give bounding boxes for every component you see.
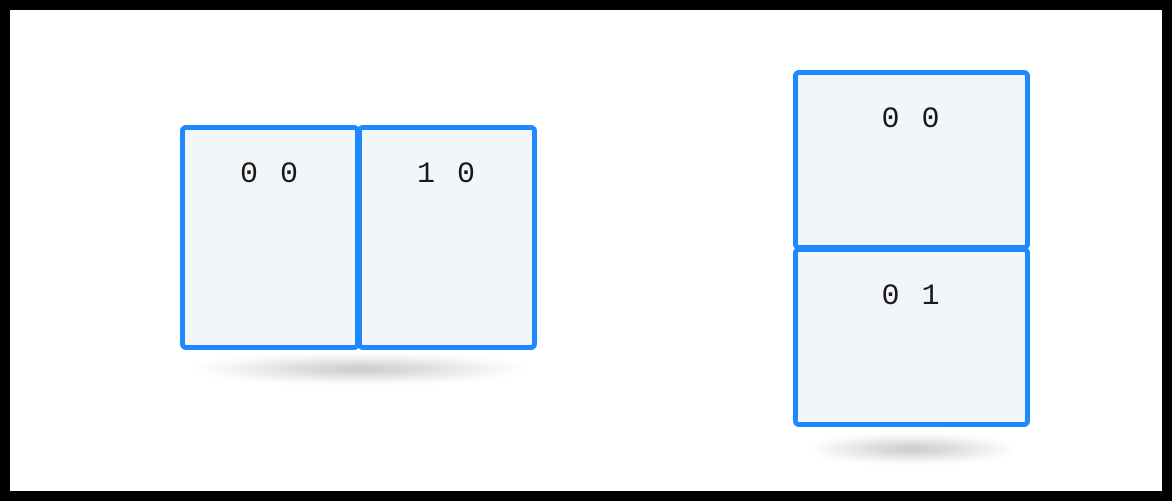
grid-cell: 0 0 bbox=[793, 70, 1030, 250]
grid-cell-label: 1 0 bbox=[417, 158, 477, 192]
grid-cell: 1 0 bbox=[357, 125, 537, 350]
grid-cell: 0 0 bbox=[180, 125, 360, 350]
grid-cell-label: 0 0 bbox=[240, 158, 300, 192]
grid-cell: 0 1 bbox=[793, 247, 1030, 427]
horizontal-group: 0 0 1 0 bbox=[180, 125, 537, 350]
shadow-vertical bbox=[805, 434, 1020, 464]
grid-cell-label: 0 0 bbox=[881, 103, 941, 137]
grid-cell-label: 0 1 bbox=[881, 280, 941, 314]
vertical-group: 0 0 0 1 bbox=[793, 70, 1030, 427]
diagram-frame: 0 0 1 0 0 0 0 1 bbox=[10, 10, 1162, 491]
shadow-horizontal bbox=[190, 354, 530, 384]
